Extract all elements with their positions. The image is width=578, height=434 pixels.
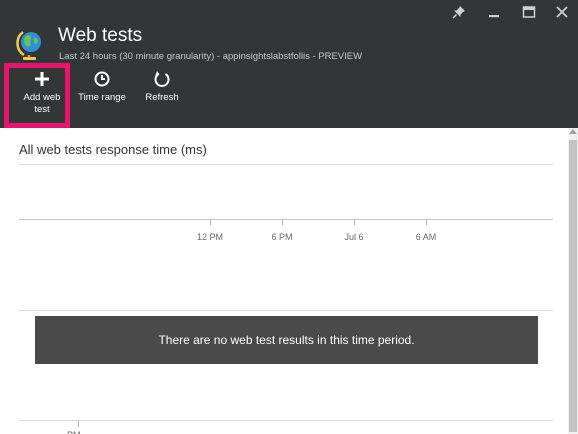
scrollbar-thumb[interactable] (569, 140, 577, 432)
x-tick-label: Jul 6 (344, 232, 364, 242)
scroll-up-arrow-icon[interactable] (569, 129, 577, 134)
x-tick (354, 220, 355, 225)
vertical-scrollbar[interactable] (568, 128, 578, 434)
close-button[interactable] (549, 2, 575, 24)
refresh-label: Refresh (145, 92, 179, 103)
maximize-button[interactable] (516, 2, 542, 24)
refresh-icon (154, 71, 170, 87)
x-tick-label-partial: PM (67, 430, 81, 434)
minimize-icon (489, 15, 499, 18)
maximize-icon (522, 6, 536, 18)
x-tick-label: 12 PM (196, 232, 224, 242)
blade-header: Web tests Last 24 hours (30 minute granu… (0, 0, 578, 128)
pin-icon (452, 6, 465, 19)
chart-area: All web tests response time (ms) 12 PM 6… (0, 128, 578, 434)
pin-button[interactable] (446, 2, 472, 24)
blade-title: Web tests (58, 25, 143, 46)
second-chart-axis-line (19, 420, 553, 421)
gridline-top (19, 164, 553, 165)
globe-icon (16, 28, 48, 60)
x-tick (78, 421, 79, 427)
x-tick (282, 220, 283, 225)
time-range-button[interactable]: Time range (74, 69, 130, 104)
x-tick (426, 220, 427, 225)
x-tick-label: 6 AM (415, 232, 437, 242)
web-tests-blade: Web tests Last 24 hours (30 minute granu… (0, 0, 578, 434)
clock-icon (94, 71, 110, 87)
refresh-button[interactable]: Refresh (136, 69, 188, 104)
x-tick (210, 220, 211, 225)
add-web-test-highlight (4, 63, 70, 128)
time-range-label: Time range (78, 92, 126, 103)
x-tick-label: 6 PM (271, 232, 293, 242)
x-axis-line (19, 219, 553, 220)
gridline-lower (19, 310, 553, 311)
close-icon (556, 6, 568, 18)
chart-title: All web tests response time (ms) (19, 142, 207, 157)
minimize-button[interactable] (481, 2, 507, 24)
empty-results-message: There are no web test results in this ti… (35, 316, 538, 364)
blade-subtitle: Last 24 hours (30 minute granularity) - … (59, 51, 363, 62)
